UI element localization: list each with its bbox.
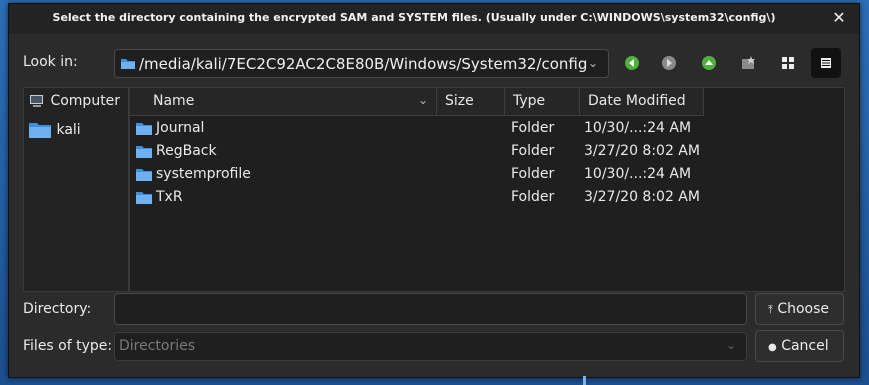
detail-view-button[interactable] <box>811 48 841 78</box>
places-sidebar: Computer kali <box>23 87 129 292</box>
file-chooser-dialog: Select the directory containing the encr… <box>8 3 860 378</box>
file-modified: 10/30/...:24 AM <box>584 166 692 182</box>
forward-button[interactable] <box>658 52 680 74</box>
icon-view-button[interactable] <box>773 48 803 78</box>
place-label: kali <box>56 122 81 138</box>
cancel-label: Cancel <box>781 338 829 354</box>
folder-icon <box>136 169 152 181</box>
column-header-label: Name <box>153 93 195 109</box>
column-header-label: Size <box>445 93 474 109</box>
close-icon[interactable]: ✕ <box>829 8 849 28</box>
table-row[interactable]: RegBack Folder 3/27/20 8:02 AM <box>130 140 844 163</box>
file-name: RegBack <box>156 143 217 159</box>
files-of-type-label: Files of type: <box>23 338 113 354</box>
file-modified: 3/27/20 8:02 AM <box>584 143 700 159</box>
list-view-icon <box>782 57 794 69</box>
directory-label: Directory: <box>23 301 92 317</box>
column-header-name[interactable]: Name ⌄ <box>130 88 437 116</box>
column-header-size[interactable]: Size <box>437 88 505 116</box>
column-header-modified[interactable]: Date Modified <box>580 88 704 116</box>
forward-arrow-icon <box>662 56 676 70</box>
cancel-button[interactable]: ● Cancel <box>755 330 844 362</box>
column-header-type[interactable]: Type <box>505 88 580 116</box>
file-modified: 10/30/...:24 AM <box>584 120 692 136</box>
table-row[interactable]: Journal Folder 10/30/...:24 AM <box>130 117 844 140</box>
file-name: Journal <box>156 120 205 136</box>
file-type: Folder <box>511 189 555 205</box>
detail-view-icon <box>821 58 831 68</box>
file-name: TxR <box>156 189 183 205</box>
folder-icon <box>136 123 152 135</box>
folder-icon <box>121 59 135 69</box>
file-type: Folder <box>511 143 555 159</box>
title-bar: Select the directory containing the encr… <box>9 4 859 34</box>
folder-icon <box>136 192 152 204</box>
files-of-type-value: Directories <box>119 338 196 354</box>
new-folder-button[interactable] <box>737 52 759 74</box>
column-header-label: Date Modified <box>588 93 686 109</box>
file-modified: 3/27/20 8:02 AM <box>584 189 700 205</box>
computer-icon <box>30 95 43 107</box>
chevron-down-icon: ⌄ <box>587 56 599 70</box>
chevron-down-icon: ⌄ <box>725 338 737 352</box>
look-in-label: Look in: <box>23 54 78 70</box>
dialog-title: Select the directory containing the encr… <box>52 11 776 24</box>
place-label: Computer <box>50 93 121 109</box>
file-name: systemprofile <box>156 166 251 182</box>
file-list: Name ⌄ Size Type Date Modified Journal F… <box>129 87 845 292</box>
file-type: Folder <box>511 120 555 136</box>
table-row[interactable]: systemprofile Folder 10/30/...:24 AM <box>130 163 844 186</box>
folder-icon <box>29 123 51 138</box>
taskbar-indicator <box>583 376 586 385</box>
up-arrow-icon <box>702 56 716 70</box>
choose-label: Choose <box>777 301 830 317</box>
look-in-combo[interactable]: /media/kali/7EC2C92AC2C8E80B/Windows/Sys… <box>114 49 609 78</box>
place-kali[interactable]: kali <box>28 120 81 142</box>
file-type: Folder <box>511 166 555 182</box>
look-in-path: /media/kali/7EC2C92AC2C8E80B/Windows/Sys… <box>139 55 588 73</box>
folder-icon <box>136 146 152 158</box>
choose-button[interactable]: ⤒ Choose <box>755 293 844 325</box>
back-arrow-icon <box>625 56 639 70</box>
cancel-icon: ● <box>768 342 777 353</box>
files-of-type-combo[interactable]: Directories ⌄ <box>114 332 747 361</box>
upload-icon: ⤒ <box>768 303 773 316</box>
up-button[interactable] <box>698 52 720 74</box>
back-button[interactable] <box>621 52 643 74</box>
new-folder-icon <box>742 56 755 69</box>
column-header-label: Type <box>513 93 546 109</box>
chevron-down-icon: ⌄ <box>417 93 428 107</box>
place-computer[interactable]: Computer <box>28 93 120 115</box>
directory-input[interactable] <box>114 293 747 325</box>
table-row[interactable]: TxR Folder 3/27/20 8:02 AM <box>130 186 844 209</box>
